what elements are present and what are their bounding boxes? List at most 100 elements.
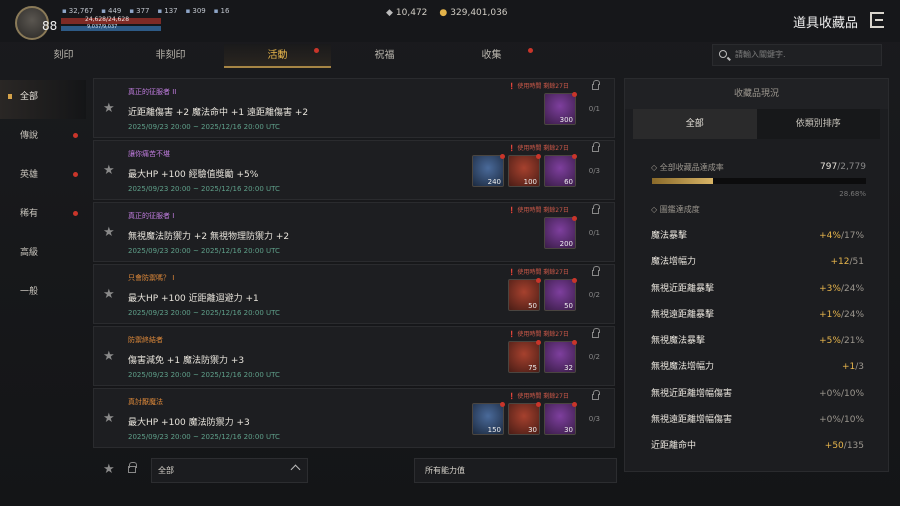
diamond-amount: 10,472: [395, 8, 428, 18]
stat-row: 無視魔法增幅力 +1/3: [625, 354, 888, 380]
material-slot[interactable]: 240: [472, 154, 505, 187]
category-item[interactable]: 英雄: [0, 158, 86, 197]
tab-3[interactable]: 祝福: [331, 44, 438, 68]
notification-dot: [536, 402, 541, 407]
stat-row: 近距離命中 +50/135: [625, 433, 888, 459]
category-label: 高級: [20, 248, 39, 258]
material-slot[interactable]: 200: [544, 216, 577, 249]
category-item[interactable]: 高級: [0, 236, 86, 275]
material-slot[interactable]: 150: [472, 402, 505, 435]
tab-0[interactable]: 刻印: [10, 44, 117, 68]
progress-fill: [652, 178, 714, 184]
item-title: 讓你痛苦不堪: [128, 150, 170, 158]
stat-progress: +12/51: [831, 249, 864, 275]
favorite-star-icon[interactable]: ★: [103, 163, 115, 178]
lock-icon[interactable]: [592, 142, 600, 152]
material-quantity: 200: [559, 240, 573, 248]
stat-current: +5%: [819, 336, 841, 347]
lock-filter-icon[interactable]: [128, 462, 137, 473]
stat-row: 無視魔法暴擊 +5%/21%: [625, 328, 888, 354]
collection-row[interactable]: ★ 真討厭魔法 最大HP +100 魔法防禦力 +3 2025/09/23 20:00…: [93, 388, 615, 448]
notification-dot: [572, 92, 577, 97]
tab-1[interactable]: 非刻印: [117, 44, 224, 68]
stat-max: /10%: [840, 388, 864, 399]
ability-filter-dropdown[interactable]: 所有能力值: [414, 458, 617, 483]
material-slot[interactable]: 75: [508, 340, 541, 373]
material-slot[interactable]: 50: [544, 278, 577, 311]
stat-name: 魔法暴擊: [651, 231, 688, 241]
timer-text: 使用時間 剩餘27日: [517, 331, 569, 338]
collection-row[interactable]: ★ 只會防禦嗎？ I 最大HP +100 近距離迴避力 +1 2025/09/23 2…: [93, 264, 615, 324]
notification-dot: [536, 340, 541, 345]
tab-label: 刻印: [53, 50, 74, 61]
collection-row[interactable]: ★ 真正的征服者 II 近距離傷害 +2 魔法命中 +1 遠距離傷害 +2 2025/…: [93, 78, 615, 138]
attack-icon: ▪: [62, 7, 67, 15]
material-slots: 50 50: [508, 278, 577, 311]
collection-count: 0/1: [588, 229, 600, 237]
favorite-star-icon[interactable]: ★: [103, 411, 115, 426]
stat-current: +12: [830, 257, 850, 268]
material-slot[interactable]: 300: [544, 92, 577, 125]
favorite-filter-star-icon[interactable]: ★: [103, 462, 115, 477]
lock-icon[interactable]: [592, 80, 600, 90]
favorite-star-icon[interactable]: ★: [103, 225, 115, 240]
search-input[interactable]: 請輸入關鍵字.: [712, 44, 882, 66]
notification-dot: [536, 154, 541, 159]
stats-section-text: 圖鑑達成度: [659, 205, 700, 214]
grade-filter-dropdown[interactable]: 全部: [151, 458, 308, 483]
exit-icon[interactable]: [870, 12, 884, 28]
tab-2[interactable]: 活動: [224, 44, 331, 68]
stat-name: 無視魔法增幅力: [651, 362, 715, 373]
lock-icon[interactable]: [592, 204, 600, 214]
favorite-star-icon[interactable]: ★: [103, 101, 115, 116]
collection-count: 0/2: [588, 353, 600, 361]
material-slot[interactable]: 32: [544, 340, 577, 373]
category-item[interactable]: 一般: [0, 275, 86, 314]
tab-4[interactable]: 收集: [438, 44, 545, 68]
stat-progress: +1%/24%: [819, 302, 864, 328]
collection-status-panel: 收藏品現況 全部 依類別排序 ◇ 全部收藏品達成率 797/2,779 28.6…: [624, 78, 889, 472]
stat-name: 無視遠距離增幅傷害: [651, 415, 733, 426]
collection-row[interactable]: ★ 防禦終結者 傷害減免 +1 魔法防禦力 +3 2025/09/23 20:00 ~…: [93, 326, 615, 386]
category-label: 全部: [20, 92, 39, 102]
lock-icon[interactable]: [592, 328, 600, 338]
time-remaining: ❗ 使用時間 剩餘27日: [508, 81, 569, 90]
chevron-up-icon: [290, 464, 301, 475]
favorite-star-icon[interactable]: ★: [103, 287, 115, 302]
stat-value: 137: [164, 7, 178, 15]
stat-current: +0%: [819, 388, 841, 399]
stat-row: 無視遠距離增幅傷害 +0%/10%: [625, 407, 888, 433]
material-slot[interactable]: 60: [544, 154, 577, 187]
material-slot[interactable]: 30: [544, 402, 577, 435]
collection-row[interactable]: ★ 真正的征服者 I 無視魔法防禦力 +2 無視物理防禦力 +2 2025/09/23…: [93, 202, 615, 262]
stat-value: 16: [220, 7, 230, 15]
alert-icon: ❗: [508, 207, 518, 214]
lock-icon[interactable]: [592, 266, 600, 276]
item-date: 2025/09/23 20:00 ~ 2025/12/16 20:00 UTC: [128, 185, 280, 193]
panel-tab-all[interactable]: 全部: [633, 109, 757, 139]
material-slot[interactable]: 50: [508, 278, 541, 311]
material-slot[interactable]: 30: [508, 402, 541, 435]
stat-item: ▪ 377: [129, 7, 149, 15]
stat-progress: +0%/10%: [819, 381, 864, 407]
notification-dot: [73, 172, 78, 177]
hp-value: 24,628/24,628: [85, 16, 130, 23]
favorite-star-icon[interactable]: ★: [103, 349, 115, 364]
collection-row[interactable]: ★ 讓你痛苦不堪 最大HP +100 經驗值獎勵 +5% 2025/09/23 20:…: [93, 140, 615, 200]
material-quantity: 60: [564, 178, 573, 186]
item-date: 2025/09/23 20:00 ~ 2025/12/16 20:00 UTC: [128, 123, 280, 131]
overall-progress-bar: [652, 178, 866, 184]
category-item[interactable]: 稀有: [0, 197, 86, 236]
category-item[interactable]: 傳說: [0, 119, 86, 158]
mp-value: 9,037/9,037: [87, 24, 118, 30]
notification-dot: [536, 278, 541, 283]
overall-rate-value: 797/2,779: [820, 162, 866, 172]
material-quantity: 32: [564, 364, 573, 372]
lock-icon[interactable]: [592, 390, 600, 400]
stat-row: 無視近距離增幅傷害 +0%/10%: [625, 381, 888, 407]
material-slot[interactable]: 100: [508, 154, 541, 187]
stat-row: 魔法暴擊 +4%/17%: [625, 223, 888, 249]
panel-tab-by-category[interactable]: 依類別排序: [757, 109, 881, 139]
accuracy-icon: ▪: [129, 7, 135, 15]
category-item[interactable]: 全部: [0, 80, 86, 119]
